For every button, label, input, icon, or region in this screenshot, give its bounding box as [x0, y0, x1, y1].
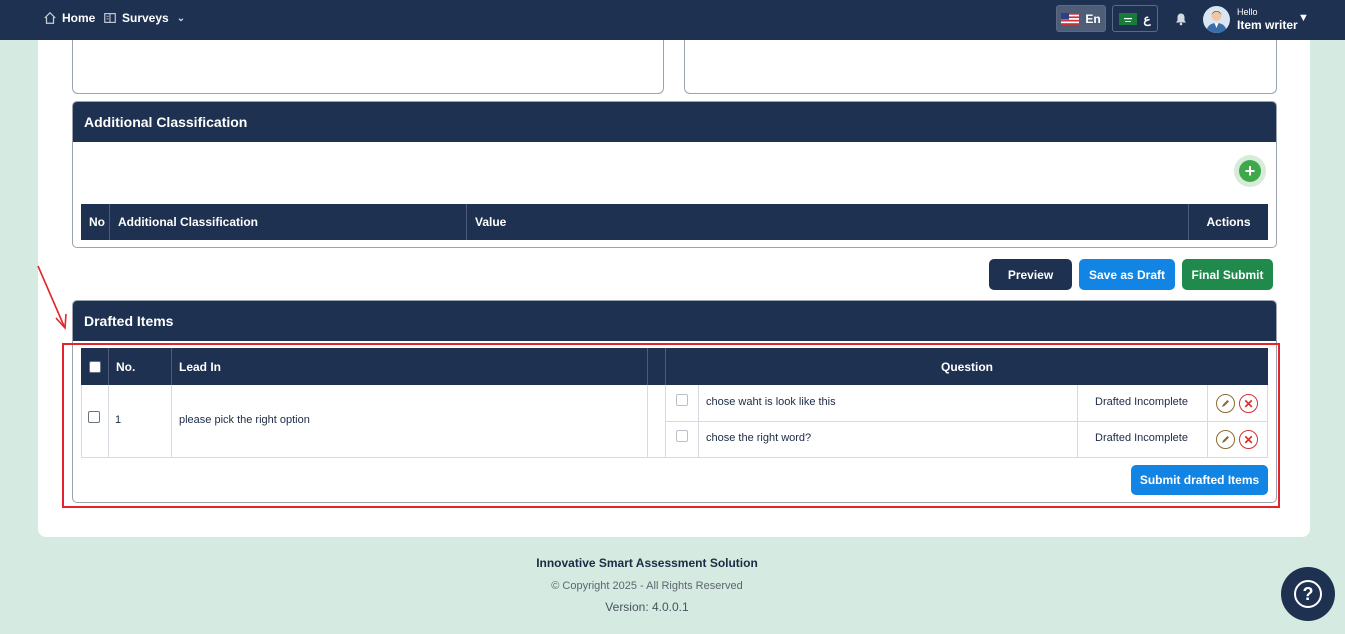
nav-home-link[interactable]: Home [43, 11, 95, 25]
col-value: Value [467, 204, 1189, 240]
nav-home-label: Home [62, 11, 96, 25]
drafted-items-title: Drafted Items [73, 301, 1276, 341]
home-icon [44, 11, 56, 24]
nav-surveys-menu[interactable]: Surveys ⌄ [103, 11, 185, 25]
col-no: No [81, 204, 110, 240]
saudi-flag-icon [1119, 12, 1138, 25]
language-english-button[interactable]: En [1056, 5, 1106, 32]
text-area-left[interactable] [72, 40, 664, 94]
survey-book-icon [104, 13, 116, 23]
user-avatar[interactable] [1203, 6, 1230, 33]
us-flag-icon [1061, 12, 1080, 25]
language-arabic-button[interactable]: ع [1112, 5, 1158, 32]
red-arrow-icon [37, 265, 67, 330]
col-actions: Actions [1206, 215, 1251, 229]
additional-classification-title: Additional Classification [73, 102, 1276, 142]
footer-title: Innovative Smart Assessment Solution [536, 556, 758, 570]
top-navbar: Home Surveys ⌄ En ع Hello Item writer ▼ [0, 0, 1345, 40]
question-mark-icon: ? [1294, 580, 1322, 608]
hello-label: Hello [1237, 7, 1258, 17]
help-button[interactable]: ? [1281, 567, 1335, 621]
classification-table-header: No Additional Classification Value Actio… [81, 204, 1268, 240]
save-as-draft-button[interactable]: Save as Draft [1079, 259, 1175, 290]
chevron-down-icon: ⌄ [176, 12, 186, 24]
language-arabic-label: ع [1143, 11, 1151, 26]
col-additional-classification: Additional Classification [110, 204, 467, 240]
add-classification-button[interactable]: + [1234, 155, 1266, 187]
text-area-right[interactable] [684, 40, 1277, 94]
user-name-label[interactable]: Item writer [1237, 18, 1298, 32]
footer-version: Version: 4.0.0.1 [605, 600, 689, 614]
final-submit-button[interactable]: Final Submit [1182, 259, 1273, 290]
user-avatar-icon [1206, 11, 1227, 33]
red-highlight-box [62, 343, 1280, 508]
preview-button[interactable]: Preview [989, 259, 1072, 290]
caret-down-icon[interactable]: ▼ [1298, 12, 1309, 24]
language-english-label: En [1085, 11, 1101, 26]
nav-surveys-label: Surveys [122, 11, 169, 25]
plus-icon: + [1239, 160, 1261, 182]
footer-copyright: © Copyright 2025 - All Rights Reserved [551, 580, 743, 592]
bell-icon[interactable] [1174, 12, 1188, 26]
